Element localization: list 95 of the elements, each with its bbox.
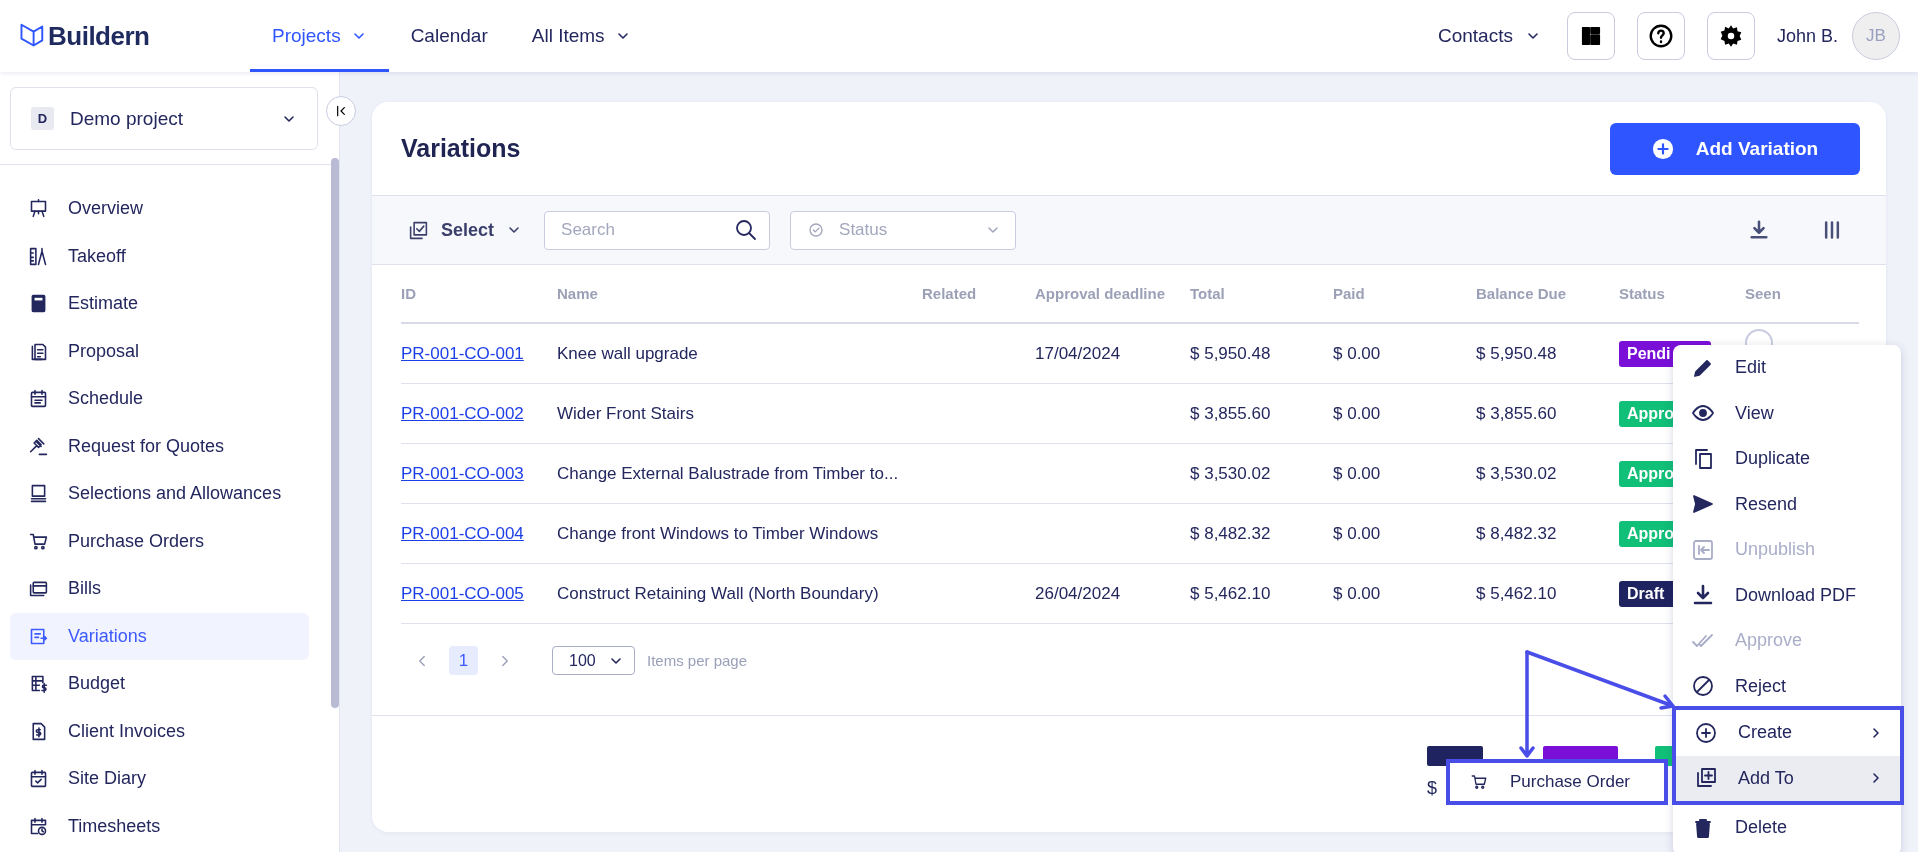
- table-cell-text: $ 0.00: [1333, 523, 1382, 544]
- download-icon: [1748, 219, 1770, 241]
- sidebar-item[interactable]: Takeoff: [10, 232, 309, 280]
- sidebar-item[interactable]: Bills: [10, 565, 309, 613]
- page-title: Variations: [401, 134, 521, 163]
- amount-text: $: [1427, 778, 1437, 799]
- column-header: Balance Due: [1476, 285, 1568, 302]
- select-dropdown[interactable]: Select: [408, 219, 523, 241]
- variation-id-link[interactable]: PR-001-CO-001: [401, 343, 524, 363]
- table-cell-text: $ 0.00: [1333, 583, 1382, 604]
- variation-id-link[interactable]: PR-001-CO-004: [401, 523, 524, 543]
- ban-icon: [1691, 674, 1715, 699]
- table-cell-text: Change front Windows to Timber Windows: [557, 523, 880, 544]
- sidebar-item[interactable]: Site Diary: [10, 755, 309, 803]
- column-header: ID: [401, 285, 417, 302]
- column-header: Status: [1619, 285, 1666, 302]
- per-page-label: Items per page: [647, 652, 748, 669]
- table-cell-text: $ 5,950.48: [1476, 343, 1558, 364]
- column-header: Total: [1190, 285, 1226, 302]
- search-icon: [734, 217, 759, 242]
- menu-item[interactable]: Delete: [1673, 805, 1901, 851]
- clock-calendar-icon: [28, 815, 49, 837]
- user-name: John B.: [1776, 25, 1838, 47]
- table-cell-text: $ 0.00: [1333, 403, 1382, 424]
- layout-button[interactable]: [1566, 12, 1615, 60]
- variation-id-link[interactable]: PR-001-CO-002: [401, 403, 524, 423]
- column-header: Name: [557, 285, 599, 302]
- layout-icon: [1579, 25, 1602, 47]
- help-button[interactable]: [1636, 12, 1685, 60]
- column-header: Related: [922, 285, 978, 302]
- plus-circle-icon: [1694, 720, 1718, 745]
- sidebar-item[interactable]: Proposal: [10, 327, 309, 375]
- table-cell: 17/04/2024: [1035, 343, 1121, 363]
- table-cell-text: Construct Retaining Wall (North Boundary): [557, 583, 880, 604]
- laptop-icon: [28, 483, 49, 505]
- menu-item[interactable]: Purchase Order: [1450, 763, 1664, 801]
- column-header: Approval deadline: [1035, 285, 1167, 302]
- per-page-select[interactable]: 100: [552, 646, 635, 675]
- cart-icon: [1470, 773, 1488, 791]
- sidebar-item[interactable]: Selections and Allowances: [10, 470, 309, 518]
- help-icon: [1647, 23, 1674, 49]
- add-variation-button[interactable]: Add Variation: [1610, 122, 1860, 175]
- sidebar-item[interactable]: Request for Quotes: [10, 422, 309, 470]
- sidebar-item[interactable]: Purchase Orders: [10, 517, 309, 565]
- table-cell-text: $ 5,462.10: [1190, 583, 1272, 604]
- table-cell-text: $ 3,530.02: [1190, 463, 1272, 484]
- sidebar-item[interactable]: Estimate: [10, 280, 309, 328]
- search-field[interactable]: Search: [544, 210, 771, 250]
- calendar-icon: [28, 388, 49, 410]
- menu-item[interactable]: Reject: [1673, 663, 1901, 709]
- column-header: Seen: [1745, 285, 1782, 302]
- gavel-icon: [28, 435, 49, 457]
- page-button[interactable]: 1: [449, 646, 478, 675]
- contacts-menu[interactable]: Contacts: [1437, 25, 1541, 47]
- checkbox-stack-icon: [408, 219, 429, 241]
- sidebar-item[interactable]: Schedule: [10, 375, 309, 423]
- project-selector[interactable]: D Demo project: [10, 87, 318, 150]
- project-name: Demo project: [70, 107, 184, 130]
- unpublish-icon: [1691, 537, 1715, 562]
- ruler-compass-icon: [28, 245, 49, 267]
- calendar-check-icon: [28, 768, 49, 790]
- sidebar-item[interactable]: Client Invoices: [10, 707, 309, 755]
- table-cell-text: $ 8,482.32: [1190, 523, 1272, 544]
- menu-item[interactable]: Create: [1676, 710, 1900, 756]
- table-cell-text: Knee wall upgrade: [557, 343, 699, 364]
- scrollbar[interactable]: [331, 158, 339, 708]
- table-cell-text: $ 8,482.32: [1476, 523, 1558, 544]
- table-cell-text: $ 0.00: [1333, 343, 1382, 364]
- variation-id-link[interactable]: PR-001-CO-003: [401, 463, 524, 483]
- logo-text: Buildern: [48, 20, 150, 52]
- table-cell-text: $ 5,950.48: [1190, 343, 1272, 364]
- nav-tab[interactable]: Calendar: [388, 0, 510, 72]
- sidebar-item[interactable]: Timesheets: [10, 802, 309, 850]
- table-cell-text: $ 3,855.60: [1190, 403, 1272, 424]
- sidebar-item[interactable]: Budget: [10, 660, 309, 708]
- table-cell-text: Wider Front Stairs: [557, 403, 695, 424]
- project-initial: D: [31, 107, 54, 130]
- nav-tab[interactable]: All Items: [509, 0, 653, 72]
- table-cell: 26/04/2024: [1035, 583, 1121, 603]
- table-cell-text: $ 3,530.02: [1476, 463, 1558, 484]
- columns-icon: [1822, 219, 1842, 241]
- sidebar-item[interactable]: Overview: [10, 185, 309, 233]
- variation-id-link[interactable]: PR-001-CO-005: [401, 583, 524, 603]
- easel-icon: [28, 198, 49, 220]
- table-cell-text: $ 0.00: [1333, 463, 1382, 484]
- table-cell-text: $ 5,462.10: [1476, 583, 1558, 604]
- settings-button[interactable]: [1706, 12, 1755, 60]
- table-cell-text: $ 3,855.60: [1476, 403, 1558, 424]
- check-circle-icon: [807, 221, 826, 239]
- plus-circle-icon: [1651, 137, 1674, 160]
- collapse-sidebar-button[interactable]: [326, 96, 356, 126]
- table-cell-text: Change External Balustrade from Timber to...: [557, 463, 900, 484]
- column-header: Paid: [1333, 285, 1366, 302]
- sidebar-item[interactable]: Variations: [10, 612, 309, 660]
- menu-item[interactable]: Add To: [1676, 755, 1900, 801]
